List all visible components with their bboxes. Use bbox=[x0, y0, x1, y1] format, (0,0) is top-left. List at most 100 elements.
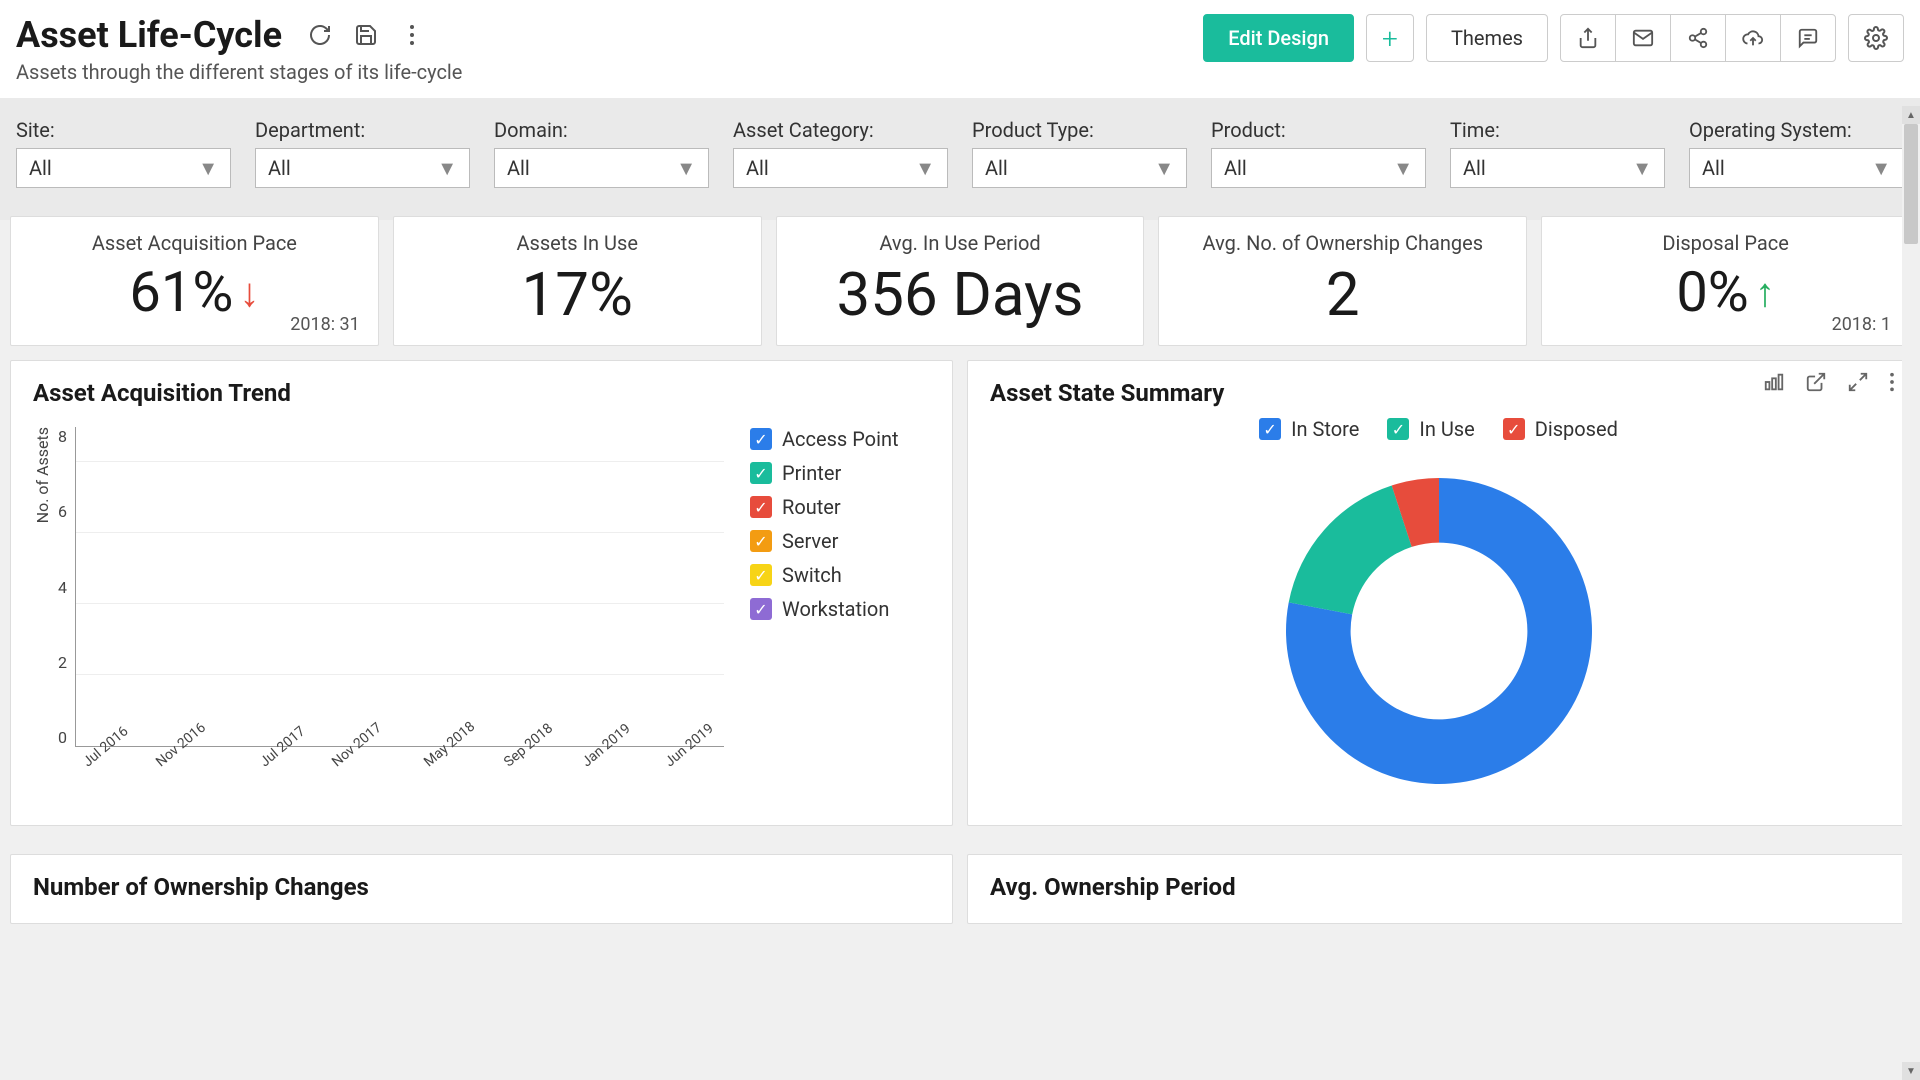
panels-row-2: Number of Ownership Changes Avg. Ownersh… bbox=[0, 840, 1920, 938]
filter-producttype: Product Type: All ▼ bbox=[972, 118, 1187, 188]
chevron-down-icon: ▼ bbox=[676, 156, 696, 181]
filter-value: All bbox=[268, 156, 291, 180]
kpi-assets-in-use: Assets In Use 17% bbox=[393, 216, 762, 346]
donut-slice[interactable] bbox=[1288, 485, 1411, 614]
kpi-title: Avg. In Use Period bbox=[879, 231, 1040, 255]
filter-domain: Domain: All ▼ bbox=[494, 118, 709, 188]
header-actions: Edit Design + Themes bbox=[1203, 14, 1904, 62]
kpi-sub: 2018: 31 bbox=[290, 314, 360, 335]
filter-select[interactable]: All ▼ bbox=[1211, 148, 1426, 188]
checkbox-icon: ✓ bbox=[1259, 418, 1281, 440]
legend-label: Router bbox=[782, 495, 841, 519]
filter-value: All bbox=[29, 156, 52, 180]
header: Asset Life-Cycle Assets through the diff… bbox=[0, 0, 1920, 98]
edit-design-button[interactable]: Edit Design bbox=[1203, 14, 1354, 62]
filter-select[interactable]: All ▼ bbox=[1450, 148, 1665, 188]
kpi-value: 61% ↓ bbox=[129, 259, 259, 325]
kpi-value: 356 Days bbox=[837, 259, 1084, 330]
panel-toolbar bbox=[1763, 371, 1895, 393]
refresh-icon[interactable] bbox=[306, 21, 334, 49]
kpi-title: Asset Acquisition Pace bbox=[92, 231, 297, 255]
legend-label: Workstation bbox=[782, 597, 889, 621]
page-subtitle: Assets through the different stages of i… bbox=[16, 60, 462, 84]
panel-title: Asset Acquisition Trend bbox=[33, 379, 930, 407]
filter-label: Product Type: bbox=[972, 118, 1187, 142]
legend-item[interactable]: ✓Workstation bbox=[750, 597, 930, 621]
filter-label: Site: bbox=[16, 118, 231, 142]
kpi-title: Avg. No. of Ownership Changes bbox=[1203, 231, 1484, 255]
legend-label: Switch bbox=[782, 563, 842, 587]
y-axis: No. of Assets bbox=[33, 427, 58, 807]
filter-select[interactable]: All ▼ bbox=[16, 148, 231, 188]
export-icon[interactable] bbox=[1560, 14, 1616, 62]
more-icon[interactable] bbox=[1889, 371, 1895, 393]
y-tick: 4 bbox=[58, 578, 67, 597]
open-external-icon[interactable] bbox=[1805, 371, 1827, 393]
legend-label: Printer bbox=[782, 461, 841, 485]
filter-select[interactable]: All ▼ bbox=[733, 148, 948, 188]
y-ticks: 86420 bbox=[58, 427, 75, 747]
filter-label: Asset Category: bbox=[733, 118, 948, 142]
chevron-down-icon: ▼ bbox=[1632, 156, 1652, 181]
filter-select[interactable]: All ▼ bbox=[494, 148, 709, 188]
checkbox-icon: ✓ bbox=[750, 564, 772, 586]
legend-label: In Use bbox=[1419, 417, 1474, 441]
filter-assetcategory: Asset Category: All ▼ bbox=[733, 118, 948, 188]
fullscreen-icon[interactable] bbox=[1847, 371, 1869, 393]
kpi-title: Assets In Use bbox=[516, 231, 637, 255]
donut-chart: ✓In Store✓In Use✓Disposed bbox=[990, 417, 1887, 801]
kpi-value-text: 0% bbox=[1676, 259, 1749, 325]
bar-legend: ✓ Access Point ✓ Printer ✓Router ✓Server ✓ Swit… bbox=[740, 427, 930, 807]
comment-icon[interactable] bbox=[1780, 14, 1836, 62]
settings-icon[interactable] bbox=[1848, 14, 1904, 62]
share-group bbox=[1560, 14, 1836, 62]
scroll-down-icon[interactable]: ▼ bbox=[1902, 1062, 1920, 1080]
donut-legend: ✓In Store✓In Use✓Disposed bbox=[1259, 417, 1618, 441]
panel-title: Number of Ownership Changes bbox=[33, 873, 930, 901]
title-row: Asset Life-Cycle bbox=[16, 14, 462, 56]
legend-item[interactable]: ✓Server bbox=[750, 529, 930, 553]
legend-item[interactable]: ✓ Access Point bbox=[750, 427, 930, 451]
filter-select[interactable]: All ▼ bbox=[255, 148, 470, 188]
chart-type-icon[interactable] bbox=[1763, 371, 1785, 393]
scrollbar[interactable]: ▲ ▼ bbox=[1902, 106, 1920, 1080]
share-icon[interactable] bbox=[1670, 14, 1726, 62]
save-icon[interactable] bbox=[352, 21, 380, 49]
filter-label: Time: bbox=[1450, 118, 1665, 142]
page-title: Asset Life-Cycle bbox=[16, 14, 282, 56]
scroll-up-icon[interactable]: ▲ bbox=[1902, 106, 1920, 124]
scroll-thumb[interactable] bbox=[1904, 124, 1918, 244]
kpi-row: Asset Acquisition Pace 61% ↓ 2018: 31 As… bbox=[0, 216, 1920, 346]
legend-item[interactable]: ✓Disposed bbox=[1503, 417, 1618, 441]
chevron-down-icon: ▼ bbox=[1871, 156, 1891, 181]
legend-item[interactable]: ✓ Printer bbox=[750, 461, 930, 485]
filter-select[interactable]: All ▼ bbox=[972, 148, 1187, 188]
themes-button[interactable]: Themes bbox=[1426, 14, 1548, 62]
panel-avg-ownership-period: Avg. Ownership Period bbox=[967, 854, 1910, 924]
panel-asset-state-summary: Asset State Summary ✓In Store✓In Use✓Dis… bbox=[967, 360, 1910, 826]
filter-label: Operating System: bbox=[1689, 118, 1904, 142]
more-icon[interactable] bbox=[398, 21, 426, 49]
kpi-sub: 2018: 1 bbox=[1832, 314, 1891, 335]
filter-operatingsystem: Operating System: All ▼ bbox=[1689, 118, 1904, 188]
email-icon[interactable] bbox=[1615, 14, 1671, 62]
checkbox-icon: ✓ bbox=[750, 428, 772, 450]
chevron-down-icon: ▼ bbox=[437, 156, 457, 181]
scroll-track[interactable] bbox=[1902, 124, 1920, 1062]
checkbox-icon: ✓ bbox=[750, 462, 772, 484]
legend-item[interactable]: ✓In Store bbox=[1259, 417, 1359, 441]
legend-item[interactable]: ✓Router bbox=[750, 495, 930, 519]
legend-item[interactable]: ✓ Switch bbox=[750, 563, 930, 587]
chevron-down-icon: ▼ bbox=[198, 156, 218, 181]
legend-label: Access Point bbox=[782, 427, 899, 451]
kpi-avg-in-use-period: Avg. In Use Period 356 Days bbox=[776, 216, 1145, 346]
filter-label: Department: bbox=[255, 118, 470, 142]
header-left: Asset Life-Cycle Assets through the diff… bbox=[16, 14, 462, 84]
add-button[interactable]: + bbox=[1366, 14, 1414, 62]
filter-product: Product: All ▼ bbox=[1211, 118, 1426, 188]
trend-up-icon: ↑ bbox=[1755, 269, 1775, 316]
filter-select[interactable]: All ▼ bbox=[1689, 148, 1904, 188]
bar-plot: Jul 2016Nov 2016Jul 2017Nov 2017May 2018… bbox=[75, 427, 724, 747]
legend-item[interactable]: ✓In Use bbox=[1387, 417, 1474, 441]
cloud-upload-icon[interactable] bbox=[1725, 14, 1781, 62]
